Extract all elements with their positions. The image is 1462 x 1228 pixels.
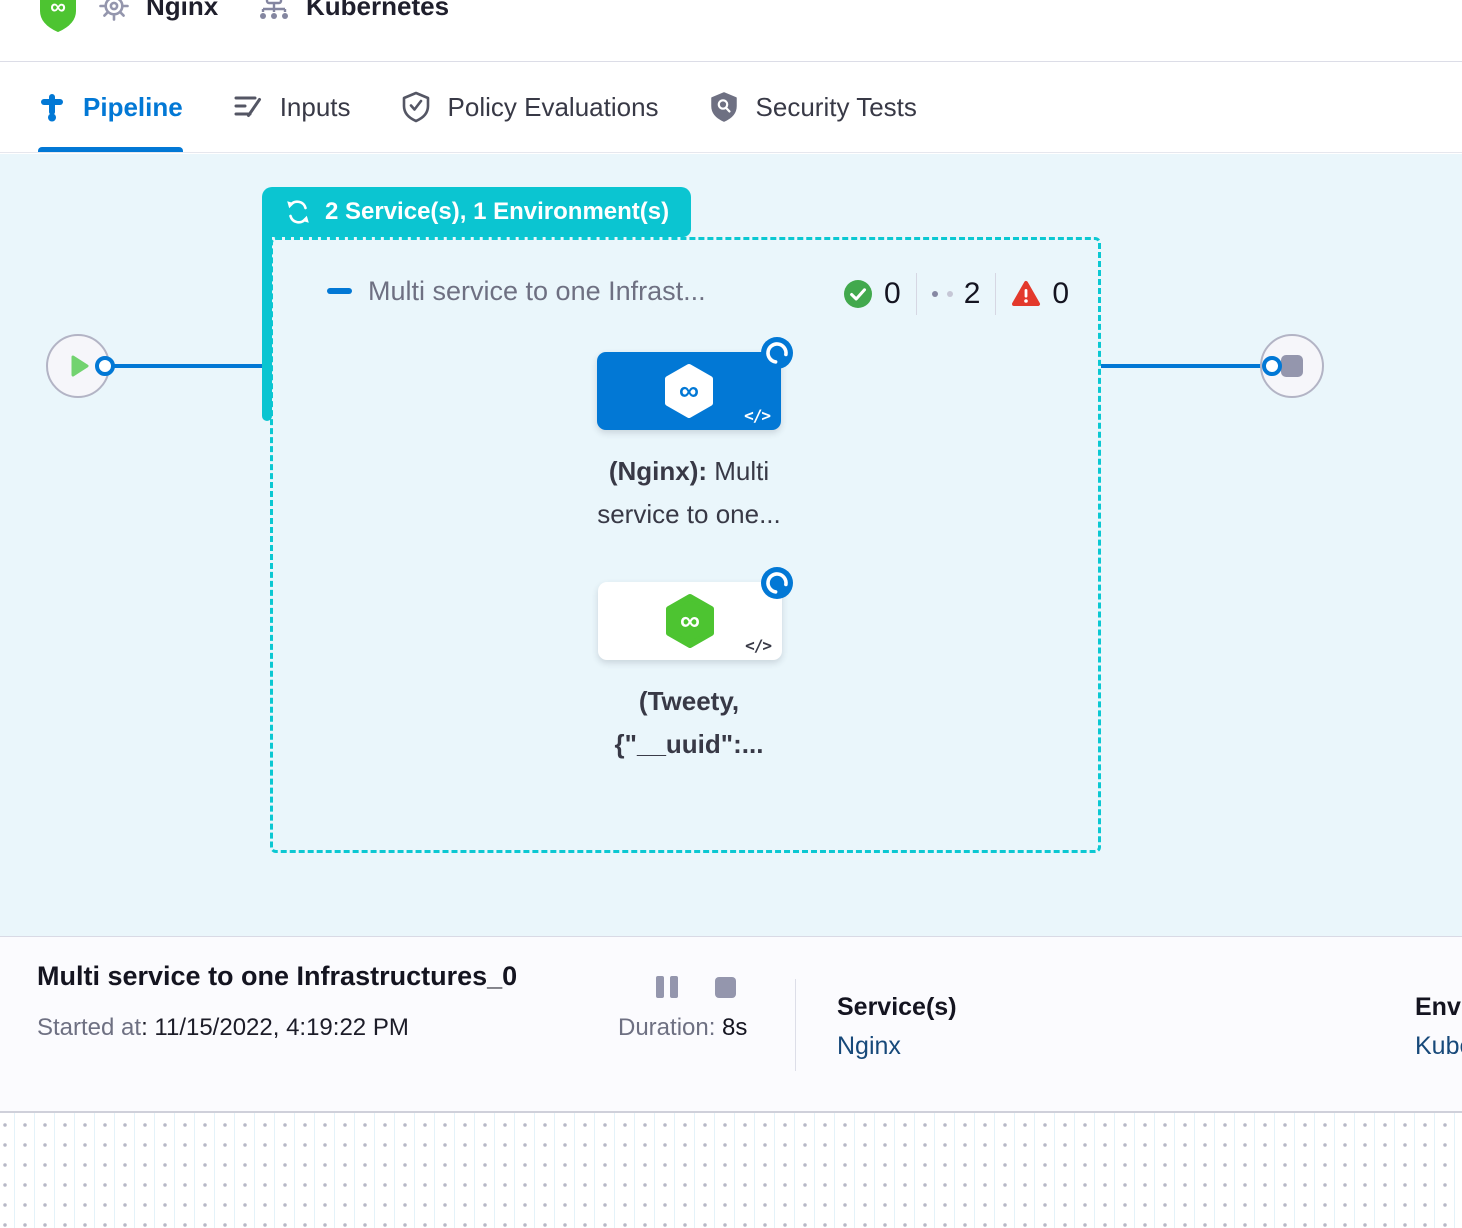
breadcrumb-service-label: Nginx [146,0,218,22]
tab-inputs-label: Inputs [280,92,351,123]
running-spinner-icon [760,336,794,370]
play-icon [61,349,95,383]
end-connection-port [1262,356,1282,376]
duration-value: 8s [715,1014,747,1041]
started-at-text: Started at: 11/15/2022, 4:19:22 PM [37,1014,409,1042]
environments-link[interactable]: Kubernetes [1415,1032,1462,1061]
breadcrumb-environment-label: Kubernetes [306,0,449,22]
tab-policy-evaluations[interactable]: Policy Evaluations [401,62,659,152]
services-link[interactable]: Nginx [837,1032,957,1061]
summary-divider [795,979,796,1071]
started-at-label: Started at [37,1014,141,1041]
abort-button[interactable] [715,977,736,998]
gear-icon [98,0,130,22]
execution-title: Multi service to one Infrastructures_0 [37,961,517,992]
running-spinner-icon [760,566,794,600]
stage-group-badge[interactable]: 2 Service(s), 1 Environment(s) [262,187,691,237]
inputs-icon [233,92,263,122]
services-label: Service(s) [837,993,957,1022]
duration-label: Duration: [618,1014,715,1041]
shield-check-icon [401,91,431,123]
harness-logo-icon: ∞ [38,0,78,37]
tab-policy-evaluations-label: Policy Evaluations [448,92,659,123]
services-block: Service(s) Nginx [837,993,957,1061]
started-at-value: : 11/15/2022, 4:19:22 PM [141,1014,409,1041]
stage-group-container [270,237,1101,853]
edge-line-start [105,364,270,368]
tab-inputs[interactable]: Inputs [233,62,351,152]
stop-square-icon [1281,355,1303,377]
start-connection-port [95,356,115,376]
edge-line-end [1101,364,1266,368]
tab-security-tests-label: Security Tests [756,92,917,123]
duration-text: Duration: 8s [618,1014,747,1042]
stage-group-accent-bar [262,214,272,421]
top-breadcrumb-bar: ∞ Nginx [0,0,1462,62]
cluster-icon [258,0,290,21]
execution-summary-bar: Multi service to one Infrastructures_0 S… [0,936,1462,1111]
pause-button[interactable] [656,976,678,998]
tab-pipeline[interactable]: Pipeline [38,62,183,152]
execution-controls [656,976,736,998]
environments-label: Environment(s) [1415,993,1462,1022]
environments-block: Environment(s) Kubernetes [1415,993,1462,1061]
loop-icon [284,198,312,226]
pipeline-icon [38,92,66,122]
shield-search-icon [709,91,739,123]
tab-security-tests[interactable]: Security Tests [709,62,917,152]
console-dot-grid [0,1111,1462,1228]
breadcrumb-service-chip[interactable]: Nginx [98,0,218,22]
pipeline-canvas: 2 Service(s), 1 Environment(s) Multi ser… [0,154,1462,936]
svg-text:∞: ∞ [50,0,66,19]
tab-bar: Pipeline Inputs Policy Evaluations Secur… [0,62,1462,153]
stage-group-badge-label: 2 Service(s), 1 Environment(s) [325,198,669,226]
breadcrumb-environment-chip[interactable]: Kubernetes [258,0,449,22]
tab-pipeline-label: Pipeline [83,92,183,123]
